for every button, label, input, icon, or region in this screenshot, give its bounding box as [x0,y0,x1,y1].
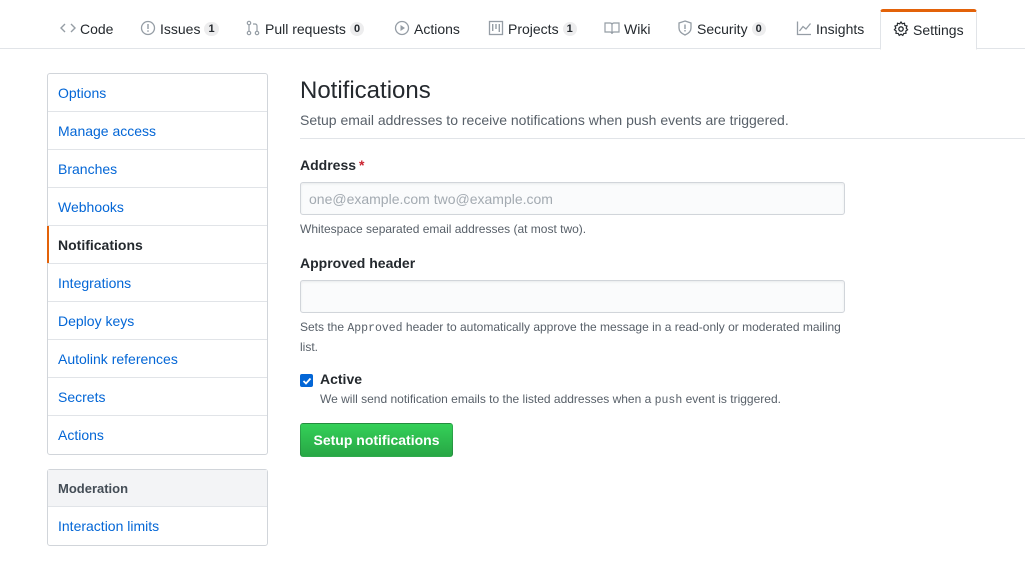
tab-actions[interactable]: Actions [394,9,460,49]
repo-nav: Code Issues 1 Pull requests 0 Actions Pr… [0,0,1025,50]
sidebar-item-manage-access[interactable]: Manage access [48,112,267,150]
check-icon [302,377,311,385]
tab-issues-label: Issues [160,21,201,37]
project-icon [488,20,504,36]
sidebar-item-deploy-keys[interactable]: Deploy keys [48,302,267,340]
tab-projects-label: Projects [508,21,559,37]
active-note-code: push [654,394,683,407]
page-title: Notifications [300,77,431,104]
code-icon [60,20,76,36]
divider [300,138,1025,139]
approved-header-input[interactable] [300,280,845,313]
graph-icon [796,20,812,36]
projects-counter: 1 [562,22,577,36]
gear-icon [893,21,909,37]
moderation-sidebar: Moderation Interaction limits [47,469,268,546]
active-note-text-2: event is triggered. [682,392,781,406]
tab-insights-label: Insights [816,21,865,37]
moderation-heading: Moderation [48,470,267,507]
approved-header-note: Sets the Approved header to automaticall… [300,318,845,356]
sidebar-item-webhooks[interactable]: Webhooks [48,188,267,226]
tab-code-label: Code [80,21,114,37]
required-mark: * [359,157,365,173]
security-counter: 0 [751,22,766,36]
tab-wiki-label: Wiki [624,21,651,37]
approved-note-text-1: Sets the [300,320,348,334]
address-note: Whitespace separated email addresses (at… [300,222,587,236]
active-checkbox[interactable] [300,374,313,387]
sidebar-item-secrets[interactable]: Secrets [48,378,267,416]
tab-issues[interactable]: Issues 1 [140,9,219,49]
address-input[interactable] [300,182,845,215]
issue-icon [140,20,156,36]
issues-counter: 1 [204,22,219,36]
sidebar-item-branches[interactable]: Branches [48,150,267,188]
sidebar-item-notifications[interactable]: Notifications [47,226,267,264]
tab-code[interactable]: Code [60,9,113,49]
sidebar-item-actions[interactable]: Actions [48,416,267,454]
tab-pull-requests-label: Pull requests [265,21,346,37]
tab-settings[interactable]: Settings [880,9,977,50]
settings-sidebar: Options Manage access Branches Webhooks … [47,73,268,455]
sidebar-item-integrations[interactable]: Integrations [48,264,267,302]
play-icon [394,20,410,36]
approved-note-code: Approved [347,322,403,335]
pull-requests-counter: 0 [349,22,365,36]
tab-wiki[interactable]: Wiki [604,9,650,49]
approved-header-label: Approved header [300,255,416,271]
shield-icon [677,20,693,36]
tab-actions-label: Actions [414,21,460,37]
sidebar-item-interaction-limits[interactable]: Interaction limits [48,507,267,545]
tab-security[interactable]: Security 0 [677,9,766,49]
address-label: Address * [300,157,364,173]
sidebar-item-options[interactable]: Options [48,74,267,112]
sidebar-item-autolink-references[interactable]: Autolink references [48,340,267,378]
tab-insights[interactable]: Insights [796,9,864,49]
address-label-text: Address [300,157,357,173]
tab-security-label: Security [697,21,748,37]
setup-notifications-button[interactable]: Setup notifications [300,423,453,457]
pull-request-icon [245,20,261,36]
tab-projects[interactable]: Projects 1 [488,9,577,49]
tab-settings-label: Settings [913,22,964,38]
active-note: We will send notification emails to the … [320,390,920,410]
tab-pull-requests[interactable]: Pull requests 0 [245,9,365,49]
page-description: Setup email addresses to receive notific… [300,112,789,128]
book-icon [604,20,620,36]
active-note-text-1: We will send notification emails to the … [320,392,655,406]
active-label[interactable]: Active [320,371,362,387]
page-header: Notifications Setup email addresses to r… [300,74,1025,130]
